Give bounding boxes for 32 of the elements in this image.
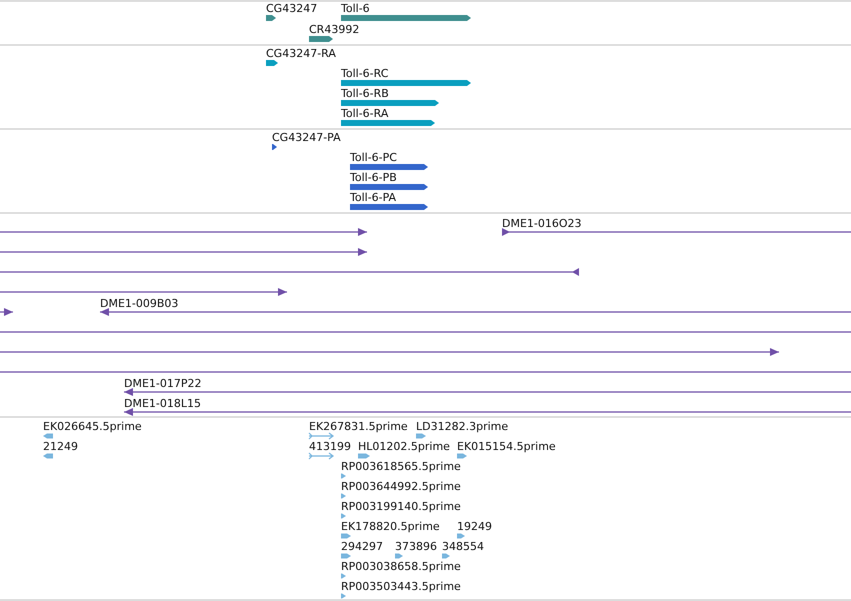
feature-label: 19249: [457, 520, 492, 533]
feature-label: RP003618565.5prime: [341, 460, 461, 473]
feature-label: Toll-6: [341, 2, 370, 15]
feature-label: HL01202.5prime: [358, 440, 450, 453]
feature-label: Toll-6-RA: [341, 107, 388, 120]
feature-label: CG43247-PA: [272, 131, 341, 144]
feature-label: DME1-018L15: [124, 397, 201, 410]
feature-label: EK026645.5prime: [43, 420, 142, 433]
feature-label: CG43247: [266, 2, 318, 15]
feature-label: 294297: [341, 540, 383, 553]
feature-label: DME1-017P22: [124, 377, 202, 390]
feature-label: Toll-6-RC: [341, 67, 388, 80]
feature-label: LD31282.3prime: [416, 420, 508, 433]
feature-label: EK015154.5prime: [457, 440, 556, 453]
feature-label: CG43247-RA: [266, 47, 336, 60]
feature-label: 348554: [442, 540, 484, 553]
feature-label: Toll-6-PC: [350, 151, 397, 164]
feature-label: DME1-009B03: [100, 297, 178, 310]
feature-label: RP003644992.5prime: [341, 480, 461, 493]
feature-label: 373896: [395, 540, 437, 553]
feature-label: RP003199140.5prime: [341, 500, 461, 513]
feature-label: DME1-016O23: [502, 217, 582, 230]
feature-label: 413199: [309, 440, 351, 453]
feature-label: 21249: [43, 440, 78, 453]
feature-label: RP003038658.5prime: [341, 560, 461, 573]
feature-label: Toll-6-RB: [341, 87, 389, 100]
feature-label: EK267831.5prime: [309, 420, 408, 433]
feature-label: RP003503443.5prime: [341, 580, 461, 593]
feature-label: Toll-6-PB: [350, 171, 397, 184]
feature-label: CR43992: [309, 23, 360, 36]
feature-label: EK178820.5prime: [341, 520, 440, 533]
feature-label: Toll-6-PA: [350, 191, 396, 204]
